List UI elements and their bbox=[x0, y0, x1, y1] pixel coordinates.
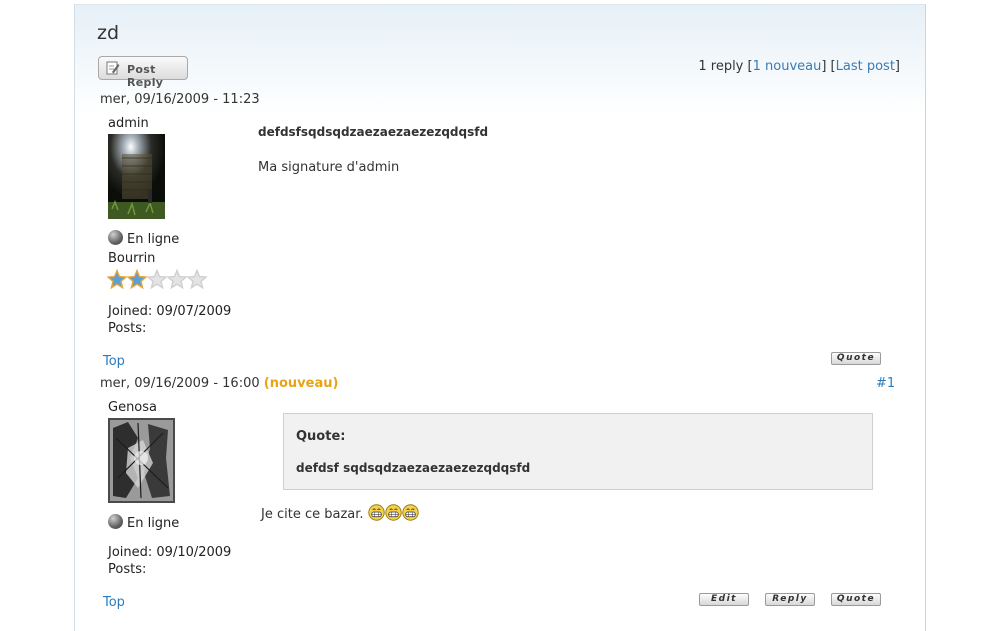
avatar[interactable] bbox=[108, 134, 165, 219]
joined-date: Joined: 09/07/2009 bbox=[108, 304, 232, 319]
star-empty-icon bbox=[186, 268, 208, 290]
post-date: mer, 09/16/2009 - 16:00 bbox=[100, 376, 260, 391]
star-empty-icon bbox=[166, 268, 188, 290]
online-status: En ligne bbox=[108, 514, 179, 531]
new-replies-link[interactable]: 1 nouveau bbox=[753, 59, 822, 74]
user-rank: Bourrin bbox=[108, 251, 156, 266]
joined-date: Joined: 09/10/2009 bbox=[108, 545, 232, 560]
reply-button[interactable]: Reply bbox=[765, 593, 815, 606]
grin-smiley-icon bbox=[401, 504, 419, 521]
star-filled-icon bbox=[106, 268, 128, 290]
post-date-header: mer, 09/16/2009 - 16:00 (nouveau) bbox=[100, 376, 338, 391]
signature: Ma signature d'admin bbox=[258, 160, 400, 175]
quote-button[interactable]: Quote bbox=[831, 352, 881, 365]
online-status: En ligne bbox=[108, 230, 179, 247]
post-count: Posts: bbox=[108, 562, 147, 577]
grin-smiley-icon bbox=[367, 504, 385, 521]
online-status-label: En ligne bbox=[127, 516, 180, 531]
post-reply-label: Post Reply bbox=[127, 63, 164, 89]
author-name[interactable]: Genosa bbox=[108, 400, 157, 415]
smileys bbox=[367, 504, 419, 522]
quote-button[interactable]: Quote bbox=[831, 593, 881, 606]
new-badge: (nouveau) bbox=[263, 376, 339, 391]
star-empty-icon bbox=[146, 268, 168, 290]
post-permalink[interactable]: #1 bbox=[876, 376, 895, 391]
edit-button[interactable]: Edit bbox=[699, 593, 749, 606]
star-filled-icon bbox=[126, 268, 148, 290]
quote-block: Quote: defdsf sqdsqdzaezaezaezezqdqsfd bbox=[283, 413, 873, 490]
page-title: zd bbox=[97, 22, 120, 44]
post-date: mer, 09/16/2009 - 11:23 bbox=[100, 92, 260, 107]
post-body-title: defdsfsqdsqdzaezaezaezezqdqsfd bbox=[258, 125, 489, 139]
post-count: Posts: bbox=[108, 321, 147, 336]
quote-text: defdsf sqdsqdzaezaezaezezqdqsfd bbox=[296, 461, 531, 475]
user-rating bbox=[106, 268, 209, 291]
top-link[interactable]: Top bbox=[103, 595, 125, 610]
online-status-label: En ligne bbox=[127, 232, 180, 247]
online-dot-icon bbox=[108, 514, 123, 529]
reply-summary: 1 reply [1 nouveau] [Last post] bbox=[698, 59, 900, 74]
rating-stars bbox=[106, 268, 208, 290]
avatar[interactable] bbox=[108, 418, 175, 503]
online-dot-icon bbox=[108, 230, 123, 245]
post-reply-button[interactable]: Post Reply bbox=[98, 56, 188, 89]
grin-smiley-icon bbox=[384, 504, 402, 521]
top-link[interactable]: Top bbox=[103, 354, 125, 369]
quote-label: Quote: bbox=[296, 429, 346, 444]
post-body-text: Je cite ce bazar. bbox=[261, 507, 364, 522]
author-name[interactable]: admin bbox=[108, 116, 149, 131]
last-post-link[interactable]: Last post bbox=[836, 59, 895, 74]
post-body: Je cite ce bazar. bbox=[261, 504, 419, 522]
pencil-note-icon bbox=[106, 61, 120, 75]
reply-count: 1 reply bbox=[698, 59, 744, 74]
